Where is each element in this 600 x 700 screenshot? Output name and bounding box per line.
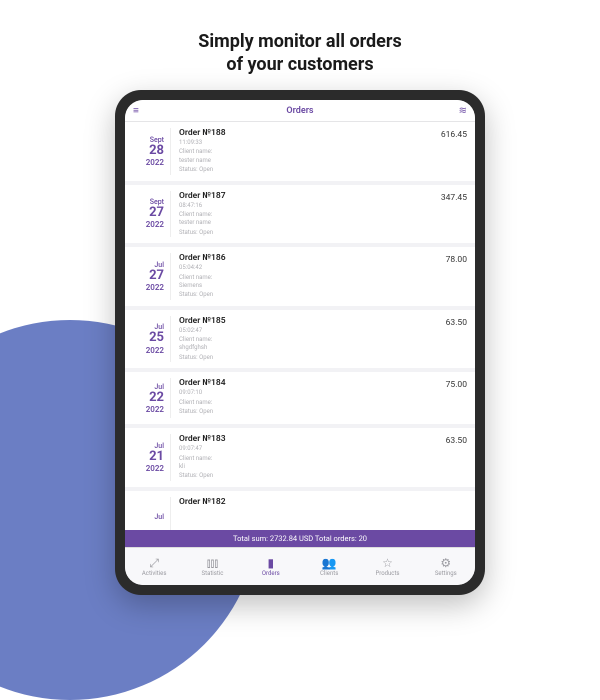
order-amount: 75.00	[419, 378, 467, 418]
order-date: Sept282022	[133, 128, 171, 175]
tab-clients[interactable]: 👥Clients	[300, 548, 358, 585]
order-status: Status: Open	[179, 166, 419, 174]
activities-icon: ⤢	[149, 557, 159, 569]
filter-icon[interactable]: ≋	[453, 105, 473, 116]
order-status: Status: Open	[179, 229, 419, 237]
tab-orders[interactable]: ▮Orders	[242, 548, 300, 585]
tab-label: Statistic	[202, 570, 224, 577]
order-body: Order №18811:09:33Client name:tester nam…	[171, 128, 419, 175]
tab-statistic[interactable]: ⫾⫾⫾Statistic	[183, 548, 241, 585]
order-time: 11:09:33	[179, 139, 419, 147]
orders-list[interactable]: Sept282022Order №18811:09:33Client name:…	[125, 122, 475, 530]
order-amount: 63.50	[419, 434, 467, 481]
summary-bar: Total sum: 2732.84 USD Total orders: 20	[125, 530, 475, 547]
order-year: 2022	[146, 346, 164, 355]
app-screen: ≡ Orders ≋ Sept282022Order №18811:09:33C…	[125, 100, 475, 585]
order-client: Client name:Siemens	[179, 274, 419, 291]
order-status: Status: Open	[179, 472, 419, 480]
order-number: Order №186	[179, 253, 419, 263]
clients-icon: 👥	[322, 557, 337, 569]
order-body: Order №18605:04:42 Client name:SiemensSta…	[171, 253, 419, 300]
order-body: Order №18505:02:47Client name:shgdfghshS…	[171, 316, 419, 363]
settings-icon: ⚙	[440, 557, 451, 569]
tab-label: Settings	[435, 570, 457, 577]
tab-label: Products	[375, 570, 399, 577]
order-row[interactable]: Sept272022Order №18708:47:16Client name:…	[125, 185, 475, 244]
order-date: Jul272022	[133, 253, 171, 300]
order-status: Status: Open	[179, 354, 419, 362]
order-body: Order №182	[171, 497, 419, 530]
order-number: Order №185	[179, 316, 419, 326]
order-row[interactable]: Jul252022Order №18505:02:47Client name:s…	[125, 310, 475, 369]
order-row[interactable]: Jul Order №182	[125, 491, 475, 530]
order-year: 2022	[146, 464, 164, 473]
order-amount: 78.00	[419, 253, 467, 300]
order-client: Client name:	[179, 399, 419, 407]
order-day: 28	[149, 144, 164, 158]
products-icon: ☆	[382, 557, 393, 569]
order-year: 2022	[146, 158, 164, 167]
order-body: Order №18708:47:16Client name:tester nam…	[171, 191, 419, 238]
order-day: 25	[149, 331, 164, 345]
order-client: Client name:kli	[179, 455, 419, 472]
promo-line2: of your customers	[0, 53, 600, 76]
order-day: 27	[149, 269, 164, 283]
order-time: 08:47:16	[179, 202, 419, 210]
order-client: Client name:tester name	[179, 211, 419, 228]
order-date: Jul222022	[133, 378, 171, 418]
tablet-frame: ≡ Orders ≋ Sept282022Order №18811:09:33C…	[115, 90, 485, 595]
order-status: Status: Open	[179, 408, 419, 416]
order-amount: 347.45	[419, 191, 467, 238]
order-amount: 616.45	[419, 128, 467, 175]
order-body: Order №18409:07:10 Client name:Status: Op…	[171, 378, 419, 418]
order-time: 09:07:47	[179, 445, 419, 453]
order-day: 22	[149, 391, 164, 405]
order-client: Client name:shgdfghsh	[179, 336, 419, 353]
tab-activities[interactable]: ⤢Activities	[125, 548, 183, 585]
order-row[interactable]: Jul272022 Order №18605:04:42 Client name:S…	[125, 247, 475, 306]
order-day: 27	[149, 206, 164, 220]
promo-title: Simply monitor all orders of your custom…	[0, 30, 600, 77]
order-number: Order №182	[179, 497, 419, 507]
tab-label: Orders	[262, 570, 280, 577]
order-day: 21	[149, 450, 164, 464]
order-year: 2022	[146, 405, 164, 414]
order-amount: 63.50	[419, 316, 467, 363]
order-date: Jul252022	[133, 316, 171, 363]
order-amount	[419, 497, 467, 530]
order-date: Sept272022	[133, 191, 171, 238]
statistic-icon: ⫾⫾⫾	[207, 557, 219, 569]
menu-icon[interactable]: ≡	[127, 105, 145, 116]
order-row[interactable]: Jul222022 Order №18409:07:10 Client name:S…	[125, 372, 475, 424]
order-year: 2022	[146, 220, 164, 229]
order-time: 05:02:47	[179, 327, 419, 335]
order-client	[179, 509, 419, 517]
order-row[interactable]: Jul212022 Order №18309:07:47 Client name:k…	[125, 428, 475, 487]
order-date: Jul	[133, 497, 171, 530]
order-client: Client name:tester name	[179, 148, 419, 165]
order-number: Order №187	[179, 191, 419, 201]
app-header: ≡ Orders ≋	[125, 100, 475, 122]
tab-label: Activities	[142, 570, 167, 577]
order-time: 09:07:10	[179, 389, 419, 397]
order-date: Jul212022	[133, 434, 171, 481]
orders-icon: ▮	[268, 557, 275, 569]
order-status: Status: Open	[179, 291, 419, 299]
order-row[interactable]: Sept282022Order №18811:09:33Client name:…	[125, 122, 475, 181]
order-number: Order №188	[179, 128, 419, 138]
page-title: Orders	[286, 106, 313, 116]
order-time: 05:04:42	[179, 264, 419, 272]
order-body: Order №18309:07:47 Client name:kliStatus:…	[171, 434, 419, 481]
tab-products[interactable]: ☆Products	[358, 548, 416, 585]
tab-bar: ⤢Activities⫾⫾⫾Statistic▮Orders👥Clients☆P…	[125, 547, 475, 585]
order-number: Order №184	[179, 378, 419, 388]
order-year: 2022	[146, 283, 164, 292]
tab-settings[interactable]: ⚙Settings	[417, 548, 475, 585]
order-number: Order №183	[179, 434, 419, 444]
tab-label: Clients	[320, 570, 338, 577]
order-month: Jul	[154, 513, 164, 521]
promo-line1: Simply monitor all orders	[0, 30, 600, 53]
